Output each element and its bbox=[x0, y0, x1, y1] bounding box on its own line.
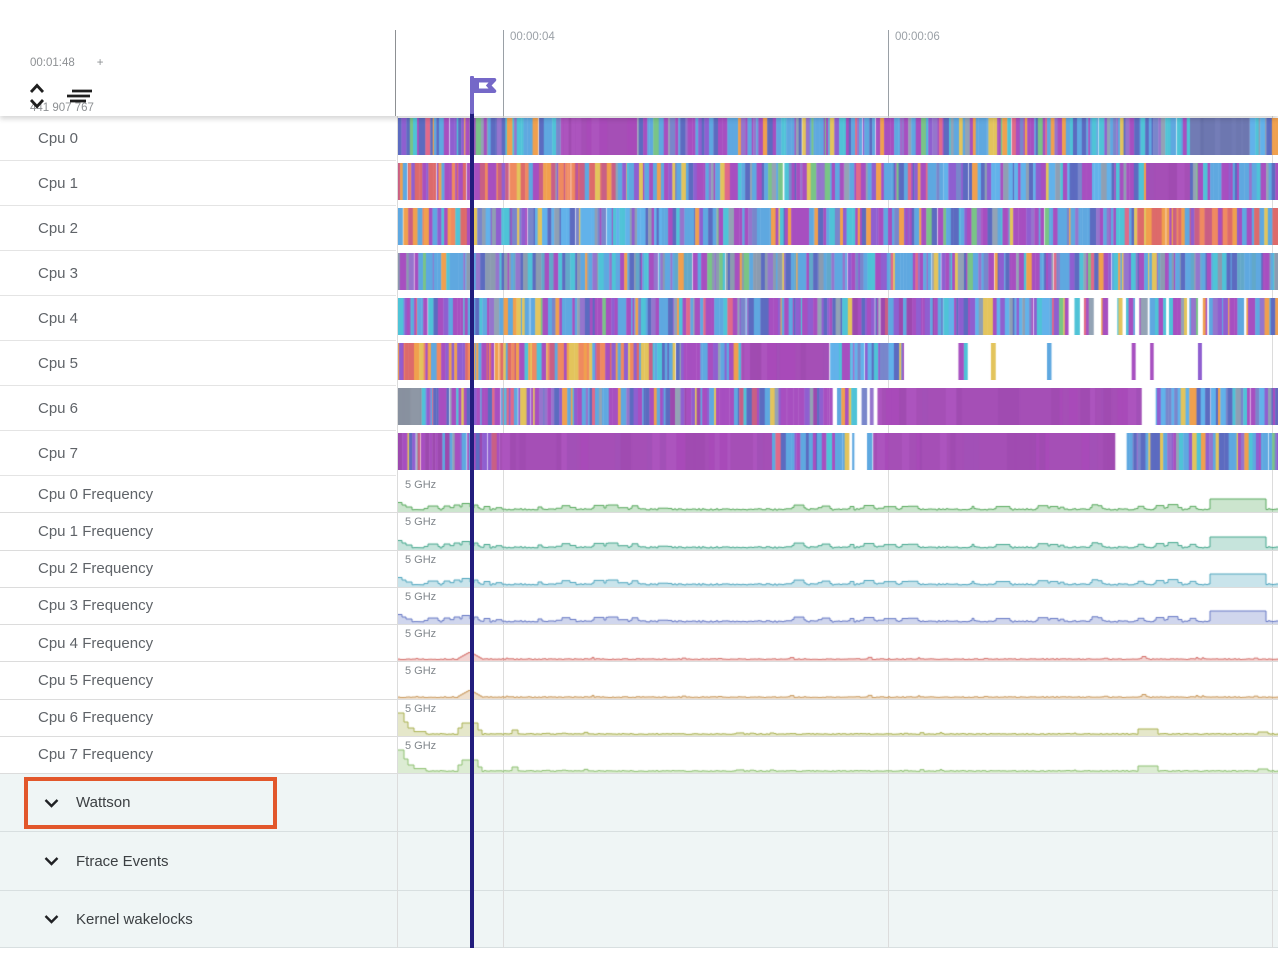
track-label: Cpu 3 bbox=[38, 265, 78, 282]
track-label: Cpu 4 Frequency bbox=[38, 635, 153, 652]
cpu-6-slices-canvas[interactable] bbox=[398, 388, 1278, 425]
track-row-cpu-3-frequency[interactable]: Cpu 3 Frequency 5 GHz bbox=[0, 588, 1278, 625]
chevron-down-icon[interactable] bbox=[44, 914, 59, 924]
selection-timestamp-line1: 00:01:48 + bbox=[30, 56, 103, 71]
track-label: Cpu 7 bbox=[38, 445, 78, 462]
track-label: Cpu 7 Frequency bbox=[38, 746, 153, 763]
cpu-7-slices-canvas[interactable] bbox=[398, 433, 1278, 470]
expand-collapse-tracks-button[interactable] bbox=[27, 82, 47, 110]
track-label: Cpu 1 Frequency bbox=[38, 523, 153, 540]
sort-lines-icon bbox=[64, 87, 96, 105]
track-label-panel[interactable]: Cpu 1 Frequency bbox=[0, 513, 396, 549]
selection-time: 00:01:48 bbox=[30, 57, 75, 69]
flag-icon[interactable] bbox=[468, 74, 502, 114]
track-row-cpu-7[interactable]: Cpu 7 bbox=[0, 431, 1278, 476]
track-label: Cpu 2 Frequency bbox=[38, 560, 153, 577]
track-row-cpu-2[interactable]: Cpu 2 bbox=[0, 206, 1278, 251]
cpu-1-frequency-canvas[interactable] bbox=[398, 514, 1278, 550]
track-label-panel[interactable]: Cpu 4 bbox=[0, 296, 396, 341]
track-row-cpu-7-frequency[interactable]: Cpu 7 Frequency 5 GHz bbox=[0, 737, 1278, 774]
track-row-cpu-6[interactable]: Cpu 6 bbox=[0, 386, 1278, 431]
track-label: Cpu 1 bbox=[38, 175, 78, 192]
track-label: Cpu 6 Frequency bbox=[38, 709, 153, 726]
ruler-tick: 00:00:04 bbox=[503, 30, 504, 116]
track-label: Cpu 5 Frequency bbox=[38, 672, 153, 689]
cpu-4-slices-canvas[interactable] bbox=[398, 298, 1278, 335]
track-label-panel[interactable]: Cpu 3 bbox=[0, 251, 396, 296]
sort-tracks-button[interactable] bbox=[64, 87, 96, 105]
frequency-scale-label: 5 GHz bbox=[405, 665, 436, 677]
selection-plus-sign: + bbox=[97, 56, 104, 71]
cpu-4-frequency-canvas[interactable] bbox=[398, 625, 1278, 661]
chevron-down-icon[interactable] bbox=[44, 798, 59, 808]
cpu-0-slices-canvas[interactable] bbox=[398, 118, 1278, 155]
cpu-5-slices-canvas[interactable] bbox=[398, 343, 1278, 380]
chevron-up-down-icon bbox=[27, 82, 47, 110]
track-label: Cpu 3 Frequency bbox=[38, 597, 153, 614]
section-row-wattson[interactable]: Wattson bbox=[0, 774, 1278, 832]
tick-label: 00:00:04 bbox=[510, 30, 555, 45]
section-row-kernel-wakelocks[interactable]: Kernel wakelocks bbox=[0, 891, 1278, 948]
cpu-2-frequency-canvas[interactable] bbox=[398, 551, 1278, 587]
cpu-6-frequency-canvas[interactable] bbox=[398, 700, 1278, 736]
track-toolbar bbox=[27, 82, 96, 110]
frequency-scale-label: 5 GHz bbox=[405, 628, 436, 640]
cpu-1-slices-canvas[interactable] bbox=[398, 163, 1278, 200]
section-label: Kernel wakelocks bbox=[76, 911, 193, 928]
track-row-cpu-5-frequency[interactable]: Cpu 5 Frequency 5 GHz bbox=[0, 662, 1278, 699]
track-label-panel[interactable]: Cpu 7 Frequency bbox=[0, 737, 396, 773]
track-row-cpu-0[interactable]: Cpu 0 bbox=[0, 116, 1278, 161]
track-row-cpu-0-frequency[interactable]: Cpu 0 Frequency 5 GHz bbox=[0, 476, 1278, 513]
cpu-3-frequency-canvas[interactable] bbox=[398, 588, 1278, 624]
track-label-panel[interactable]: Cpu 3 Frequency bbox=[0, 588, 396, 624]
track-row-cpu-3[interactable]: Cpu 3 bbox=[0, 251, 1278, 296]
track-label-panel[interactable]: Cpu 4 Frequency bbox=[0, 625, 396, 661]
section-row-ftrace-events[interactable]: Ftrace Events bbox=[0, 832, 1278, 891]
frequency-scale-label: 5 GHz bbox=[405, 516, 436, 528]
cpu-5-frequency-canvas[interactable] bbox=[398, 663, 1278, 699]
section-label: Wattson bbox=[76, 794, 130, 811]
frequency-scale-label: 5 GHz bbox=[405, 554, 436, 566]
track-label-panel[interactable]: Cpu 2 bbox=[0, 206, 396, 251]
track-label-panel[interactable]: Cpu 2 Frequency bbox=[0, 551, 396, 587]
track-label: Cpu 5 bbox=[38, 355, 78, 372]
panel-border bbox=[395, 30, 396, 116]
track-label-panel[interactable]: Cpu 6 bbox=[0, 386, 396, 431]
track-label: Cpu 4 bbox=[38, 310, 78, 327]
cpu-7-frequency-canvas[interactable] bbox=[398, 737, 1278, 773]
frequency-scale-label: 5 GHz bbox=[405, 479, 436, 491]
track-label: Cpu 6 bbox=[38, 400, 78, 417]
track-row-cpu-5[interactable]: Cpu 5 bbox=[0, 341, 1278, 386]
track-label-panel[interactable]: Cpu 7 bbox=[0, 431, 396, 476]
track-label: Cpu 0 Frequency bbox=[38, 486, 153, 503]
track-row-cpu-1-frequency[interactable]: Cpu 1 Frequency 5 GHz bbox=[0, 513, 1278, 550]
tick-label: 00:00:06 bbox=[895, 30, 940, 45]
cpu-2-slices-canvas[interactable] bbox=[398, 208, 1278, 245]
track-label-panel[interactable]: Cpu 0 Frequency bbox=[0, 476, 396, 512]
section-label: Ftrace Events bbox=[76, 853, 169, 870]
track-row-cpu-4-frequency[interactable]: Cpu 4 Frequency 5 GHz bbox=[0, 625, 1278, 662]
track-label-panel[interactable]: Cpu 6 Frequency bbox=[0, 700, 396, 736]
track-row-cpu-4[interactable]: Cpu 4 bbox=[0, 296, 1278, 341]
track-row-cpu-2-frequency[interactable]: Cpu 2 Frequency 5 GHz bbox=[0, 551, 1278, 588]
track-label: Cpu 2 bbox=[38, 220, 78, 237]
cpu-0-frequency-canvas[interactable] bbox=[398, 476, 1278, 512]
ruler-tick: 00:00:06 bbox=[888, 30, 889, 116]
track-label-panel[interactable]: Cpu 5 Frequency bbox=[0, 662, 396, 698]
flag-marker-line[interactable] bbox=[470, 112, 474, 948]
track-row-cpu-6-frequency[interactable]: Cpu 6 Frequency 5 GHz bbox=[0, 700, 1278, 737]
track-label-panel[interactable]: Cpu 1 bbox=[0, 161, 396, 206]
timeline-ruler[interactable]: 00:01:48+ 441 907 767 00:00:0400:00:06 bbox=[0, 0, 1278, 116]
frequency-scale-label: 5 GHz bbox=[405, 703, 436, 715]
chevron-down-icon[interactable] bbox=[44, 856, 59, 866]
perfetto-timeline-view: 00:01:48+ 441 907 767 00:00:0400:00:06 C… bbox=[0, 0, 1278, 956]
frequency-scale-label: 5 GHz bbox=[405, 740, 436, 752]
frequency-scale-label: 5 GHz bbox=[405, 591, 436, 603]
cpu-3-slices-canvas[interactable] bbox=[398, 253, 1278, 290]
track-label-panel[interactable]: Cpu 5 bbox=[0, 341, 396, 386]
track-row-cpu-1[interactable]: Cpu 1 bbox=[0, 161, 1278, 206]
